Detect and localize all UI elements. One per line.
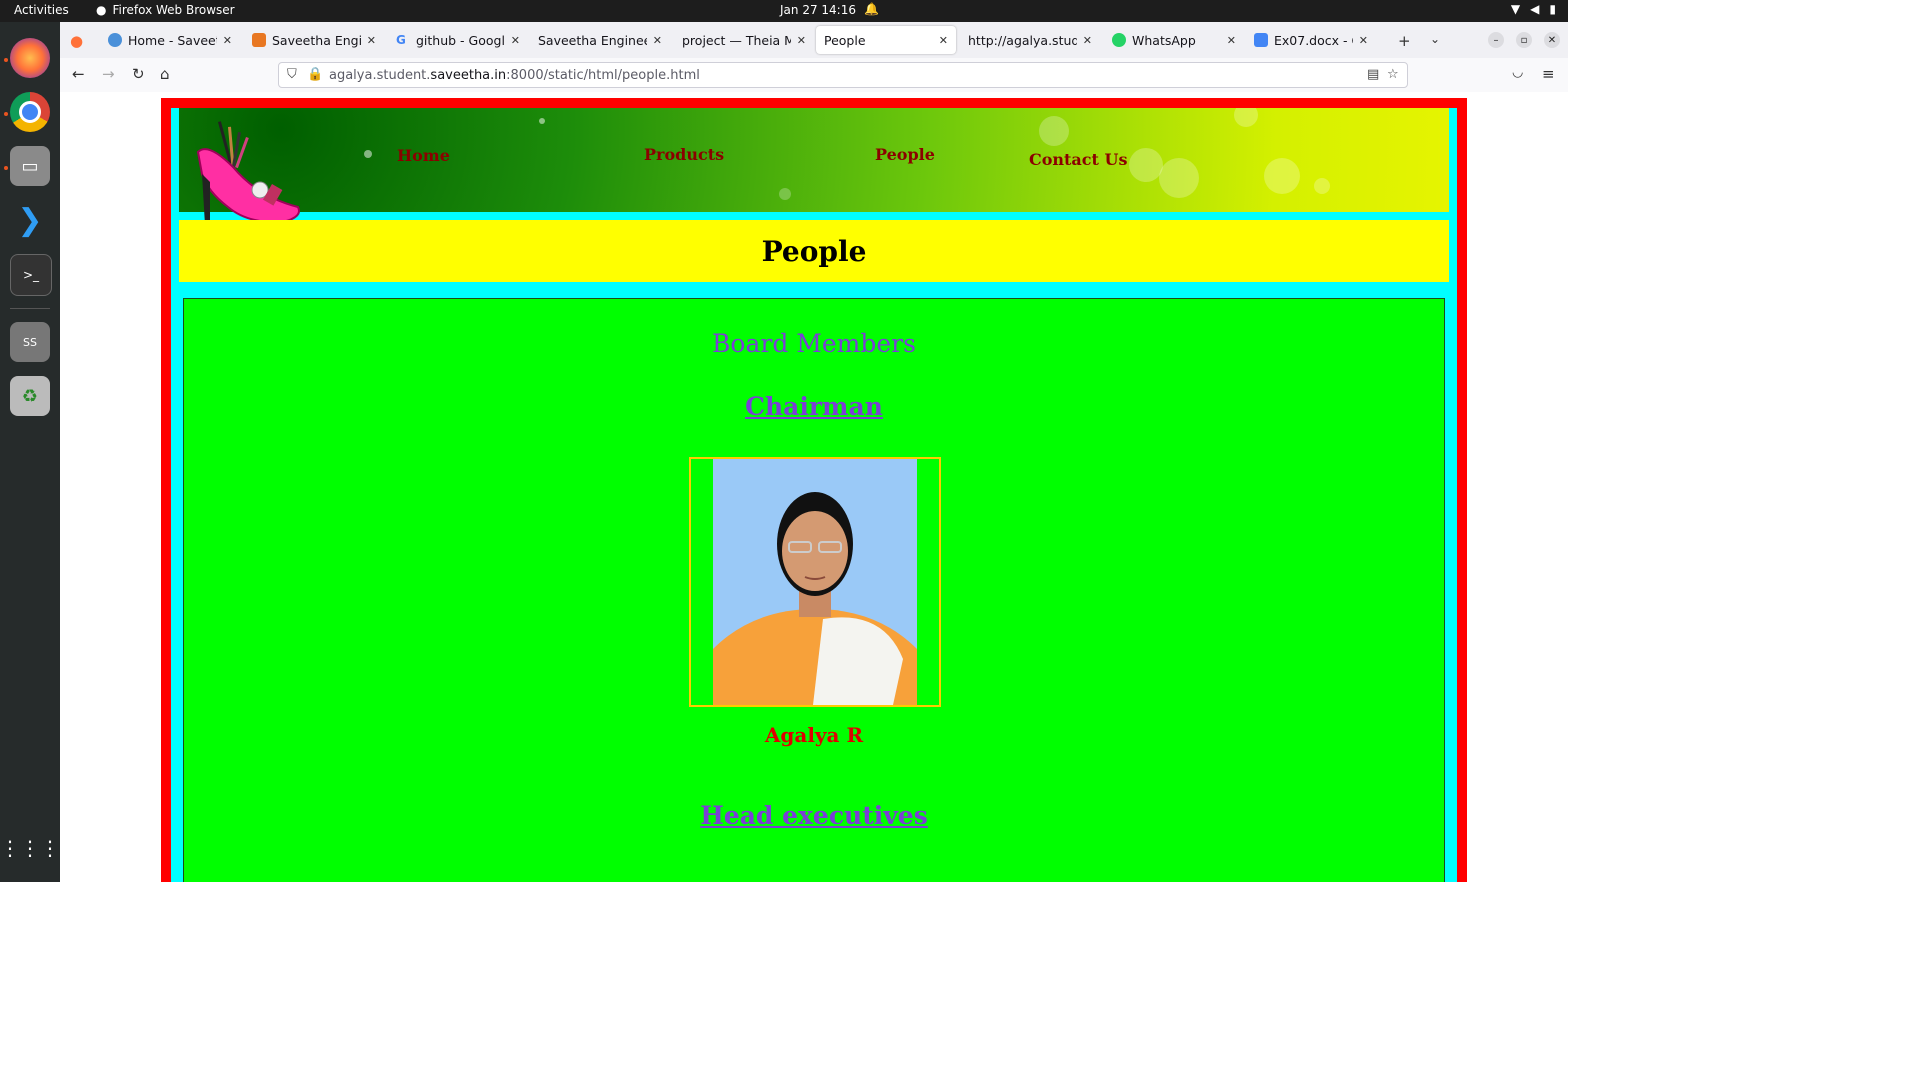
tab-people[interactable]: People ✕ (816, 26, 956, 54)
shield-icon[interactable]: ⛉ (287, 67, 297, 82)
vscode-icon[interactable]: ❯ (10, 200, 50, 240)
decorative-bubble (364, 150, 372, 158)
close-icon[interactable]: ✕ (511, 34, 520, 47)
chairman-photo-frame (689, 457, 941, 707)
activities-button[interactable]: Activities (14, 3, 69, 17)
tab-favicon-icon (252, 33, 266, 47)
tab-favicon-icon (108, 33, 122, 47)
nav-products-link[interactable]: Products (644, 145, 724, 164)
trash-icon[interactable]: ♻ (10, 376, 50, 416)
lock-icon[interactable]: 🔒 (307, 67, 323, 82)
running-indicator (4, 58, 8, 62)
files-icon[interactable]: ▭ (10, 146, 50, 186)
battery-icon: ▮ (1549, 2, 1556, 16)
back-arrow-icon[interactable]: ← (72, 65, 85, 83)
web-page: Home Products People Contact Us People B… (60, 92, 1568, 882)
nav-people-link[interactable]: People (875, 145, 935, 164)
content-panel: Board Members Chairman Agalya R Head exe… (183, 298, 1445, 882)
tab-home-saveetha[interactable]: Home - Saveetha ( ✕ (100, 26, 240, 54)
running-indicator (4, 112, 8, 116)
firefox-icon[interactable] (10, 38, 50, 78)
tab-agalya-student[interactable]: http://agalya.student ✕ (960, 26, 1100, 54)
firefox-view-icon[interactable]: ● (70, 32, 83, 50)
google-icon: G (396, 33, 406, 47)
close-icon[interactable]: ✕ (1083, 34, 1092, 47)
menu-hamburger-icon[interactable]: ≡ (1542, 65, 1555, 83)
app-menu[interactable]: ● Firefox Web Browser (96, 3, 235, 17)
close-icon[interactable]: ✕ (797, 34, 806, 47)
wifi-icon: ▼ (1510, 2, 1521, 16)
decorative-bubble (779, 188, 791, 200)
bookmark-star-icon[interactable]: ☆ (1387, 67, 1399, 82)
volume-icon: ◀ (1530, 2, 1540, 16)
decorative-bubble (1234, 108, 1258, 127)
terminal-icon[interactable]: >_ (10, 254, 52, 296)
close-icon[interactable]: ✕ (1227, 34, 1236, 47)
ssd-drive-icon[interactable]: SS (10, 322, 50, 362)
address-bar[interactable]: ⛉ 🔒 agalya.student.saveetha.in:8000/stat… (278, 62, 1408, 88)
reader-view-icon[interactable]: ▤ (1367, 67, 1379, 82)
restore-icon[interactable]: ▫ (1516, 32, 1532, 48)
show-apps-grid-icon[interactable]: ⋮⋮⋮ (0, 828, 60, 868)
chrome-icon[interactable] (10, 92, 50, 132)
close-icon[interactable]: ✕ (939, 34, 948, 47)
header-banner (179, 108, 1449, 212)
decorative-bubble (539, 118, 545, 124)
close-icon[interactable]: ✕ (367, 34, 376, 47)
app-name-label: Firefox Web Browser (112, 3, 235, 17)
chairman-heading[interactable]: Chairman (184, 392, 1444, 421)
tab-whatsapp[interactable]: WhatsApp ✕ (1104, 26, 1244, 54)
notification-bell-icon: 🔔 (864, 2, 879, 16)
minimize-icon[interactable]: – (1488, 32, 1504, 48)
decorative-bubble (1039, 116, 1069, 146)
dock-separator (10, 308, 50, 309)
decorative-bubble (1129, 148, 1163, 182)
reload-icon[interactable]: ↻ (132, 65, 145, 83)
page-title-bar: People (179, 220, 1449, 282)
nav-home-link[interactable]: Home (397, 146, 450, 165)
clock[interactable]: Jan 27 14:16 (780, 3, 856, 17)
close-icon[interactable]: ✕ (223, 34, 232, 47)
chairman-name: Agalya R (764, 723, 864, 747)
close-icon[interactable]: ✕ (1359, 34, 1368, 47)
nav-contact-link[interactable]: Contact Us (1029, 150, 1127, 169)
application-dock: ▭ ❯ >_ SS ♻ ⋮⋮⋮ (0, 22, 60, 882)
browser-navigation-bar: ← → ↻ ⌂ ⛉ 🔒 agalya.student.saveetha.in:8… (60, 58, 1568, 93)
decorative-bubble (1314, 178, 1330, 194)
tab-project-theia[interactable]: project — Theia Mult ✕ (674, 26, 814, 54)
close-window-icon[interactable]: ✕ (1544, 32, 1560, 48)
url-text[interactable]: agalya.student.saveetha.in:8000/static/h… (329, 68, 700, 83)
tab-ex07-docx[interactable]: Ex07.docx - Googl ✕ (1246, 26, 1376, 54)
whatsapp-icon (1112, 33, 1126, 47)
list-tabs-chevron-down-icon[interactable]: ⌄ (1430, 32, 1440, 46)
tab-saveetha-engineering[interactable]: Saveetha Engineerin ✕ (530, 26, 670, 54)
google-docs-icon (1254, 33, 1268, 47)
chairman-photo (713, 459, 917, 705)
home-icon[interactable]: ⌂ (160, 65, 170, 83)
system-tray[interactable]: ▼ ◀ ▮ (1511, 2, 1556, 16)
head-executives-heading[interactable]: Head executives (184, 801, 1444, 830)
page-title: People (761, 234, 867, 268)
close-icon[interactable]: ✕ (653, 34, 662, 47)
system-top-bar: Activities ● Firefox Web Browser Jan 27 … (0, 0, 1568, 22)
browser-tab-strip: ● Home - Saveetha ( ✕ Saveetha Enginee ✕… (60, 22, 1568, 58)
decorative-bubble (1264, 158, 1300, 194)
tab-github-google-search[interactable]: G github - Google Se ✕ (388, 26, 528, 54)
firefox-icon: ● (96, 3, 107, 17)
forward-arrow-icon[interactable]: → (102, 65, 115, 83)
person-portrait-icon (713, 459, 917, 705)
new-tab-plus-icon[interactable]: + (1398, 32, 1411, 50)
board-members-heading: Board Members (712, 329, 916, 358)
tab-saveetha-engineering-moodle[interactable]: Saveetha Enginee ✕ (244, 26, 384, 54)
decorative-bubble (1159, 158, 1199, 198)
pocket-icon[interactable]: ◡ (1512, 65, 1523, 80)
running-indicator (4, 166, 8, 170)
